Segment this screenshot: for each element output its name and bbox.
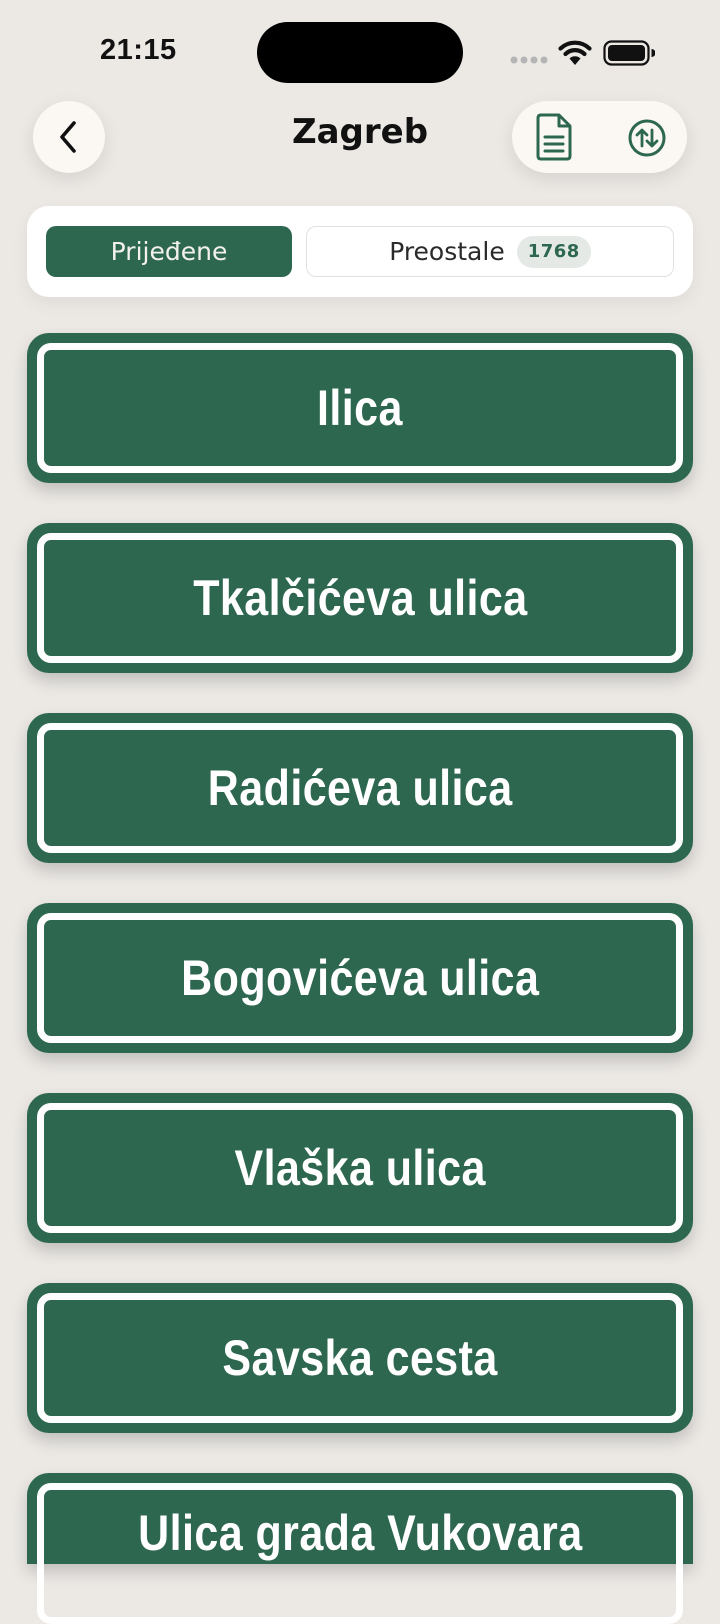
street-sign[interactable]: Vlaška ulica (27, 1093, 693, 1243)
street-name: Vlaška ulica (234, 1140, 486, 1196)
sign-border: Bogovićeva ulica (37, 913, 683, 1043)
street-list: Ilica Tkalčićeva ulica Radićeva ulica Bo… (0, 0, 720, 1624)
street-name: Tkalčićeva ulica (192, 570, 528, 626)
street-name: Ulica grada Vukovara (137, 1505, 583, 1561)
street-sign[interactable]: Radićeva ulica (27, 713, 693, 863)
street-name: Ilica (317, 380, 403, 436)
street-sign[interactable]: Ilica (27, 333, 693, 483)
sign-border: Ulica grada Vukovara (37, 1483, 683, 1624)
sign-border: Radićeva ulica (37, 723, 683, 853)
street-name: Savska cesta (222, 1330, 498, 1386)
sign-border: Ilica (37, 343, 683, 473)
street-name: Bogovićeva ulica (180, 950, 540, 1006)
street-sign[interactable]: Ulica grada Vukovara (27, 1473, 693, 1624)
sign-border: Savska cesta (37, 1293, 683, 1423)
sign-border: Tkalčićeva ulica (37, 533, 683, 663)
street-sign[interactable]: Savska cesta (27, 1283, 693, 1433)
street-sign[interactable]: Bogovićeva ulica (27, 903, 693, 1053)
street-sign[interactable]: Tkalčićeva ulica (27, 523, 693, 673)
sign-border: Vlaška ulica (37, 1103, 683, 1233)
street-name: Radićeva ulica (207, 760, 513, 816)
